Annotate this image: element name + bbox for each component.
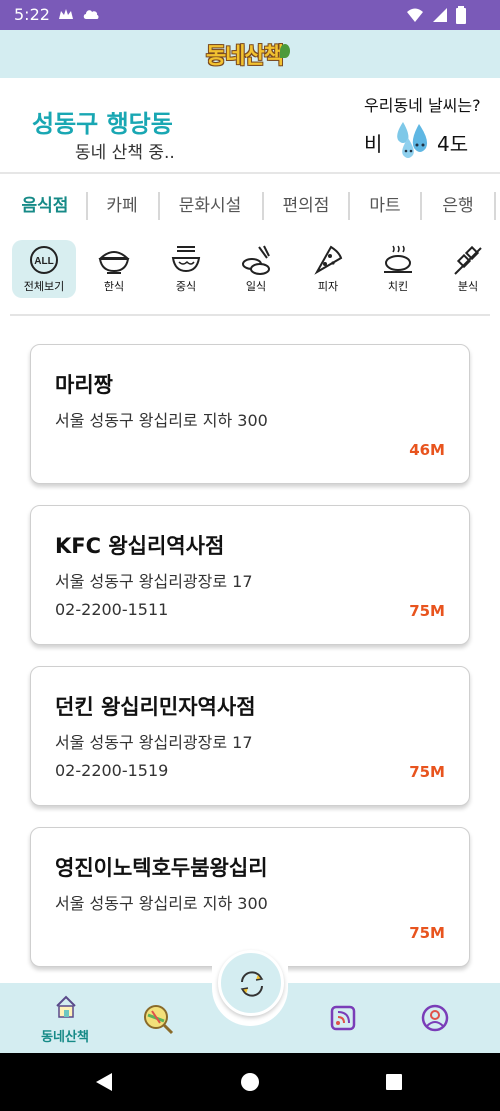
battery-icon bbox=[456, 6, 466, 24]
tab-divider bbox=[348, 192, 350, 220]
place-name: 마리짱 bbox=[55, 373, 113, 397]
profile-icon bbox=[421, 1004, 449, 1032]
place-name: 던킨 왕십리민자역사점 bbox=[55, 695, 256, 719]
leaf-icon bbox=[280, 44, 290, 58]
tab-mart[interactable]: 마트 bbox=[354, 186, 416, 226]
place-phone: 02-2200-1519 bbox=[55, 761, 169, 780]
place-card[interactable]: 던킨 왕십리민자역사점 서울 성동구 왕십리광장로 17 02-2200-151… bbox=[30, 666, 470, 806]
feed-icon bbox=[330, 1005, 356, 1031]
category-all[interactable]: ALL 전체보기 bbox=[12, 240, 76, 298]
category-tabs: 음식점 카페 문화시설 편의점 마트 은행 bbox=[0, 186, 500, 226]
place-distance: 46M bbox=[409, 441, 445, 459]
back-icon[interactable] bbox=[94, 1072, 114, 1092]
all-icon: ALL bbox=[30, 246, 58, 274]
location-panel: 성동구 행당동 동네 산책 중.. 우리동네 날씨는? 비 4도 bbox=[0, 78, 500, 174]
place-distance: 75M bbox=[409, 763, 445, 781]
wifi-icon bbox=[407, 8, 423, 22]
pizza-icon bbox=[314, 245, 343, 275]
section-divider bbox=[10, 314, 490, 316]
status-bar: 5:22 bbox=[0, 0, 500, 30]
category-label: 중식 bbox=[175, 280, 197, 293]
tab-divider bbox=[262, 192, 264, 220]
category-label: 한식 bbox=[103, 280, 125, 293]
category-japanese[interactable]: 일식 bbox=[224, 240, 288, 298]
category-label: 분식 bbox=[457, 280, 479, 293]
nav-home[interactable]: 동네산책 bbox=[28, 983, 102, 1053]
tab-cafe[interactable]: 카페 bbox=[92, 186, 152, 226]
cloud-icon bbox=[83, 10, 99, 19]
category-korean[interactable]: 한식 bbox=[82, 240, 146, 298]
noodle-bowl-icon bbox=[171, 246, 201, 273]
refresh-button[interactable] bbox=[218, 950, 284, 1016]
refresh-icon bbox=[240, 971, 264, 997]
place-phone: 02-2200-1511 bbox=[55, 600, 169, 619]
weather-type: 비 bbox=[364, 132, 383, 156]
place-distance: 75M bbox=[409, 602, 445, 620]
tab-convenience-store[interactable]: 편의점 bbox=[268, 186, 344, 226]
district-name: 성동구 행당동 bbox=[32, 110, 173, 138]
signal-icon bbox=[433, 8, 447, 22]
place-address: 서울 성동구 왕십리광장로 17 bbox=[55, 733, 253, 752]
category-label: 전체보기 bbox=[23, 280, 65, 293]
category-chicken[interactable]: 치킨 bbox=[366, 240, 430, 298]
place-address: 서울 성동구 왕십리광장로 17 bbox=[55, 572, 253, 591]
recents-icon[interactable] bbox=[385, 1073, 403, 1091]
place-distance: 75M bbox=[409, 924, 445, 942]
chicken-icon bbox=[384, 245, 412, 273]
place-card[interactable]: KFC 왕십리역사점 서울 성동구 왕십리광장로 17 02-2200-1511… bbox=[30, 505, 470, 645]
food-category-bar: ALL 전체보기 한식 중식 일식 피자 치킨 분식 bbox=[0, 236, 500, 302]
home-icon[interactable] bbox=[240, 1072, 260, 1092]
place-name: 영진이노텍호두붐왕십리 bbox=[55, 856, 268, 880]
rain-drop-icon bbox=[397, 122, 428, 158]
weather-question: 우리동네 날씨는? bbox=[364, 96, 481, 115]
category-pizza[interactable]: 피자 bbox=[296, 240, 360, 298]
tab-restaurant[interactable]: 음식점 bbox=[10, 186, 80, 226]
tab-culture[interactable]: 문화시설 bbox=[164, 186, 256, 226]
svg-text:ALL: ALL bbox=[34, 256, 53, 267]
walking-status: 동네 산책 중.. bbox=[75, 143, 175, 163]
status-time: 5:22 bbox=[14, 5, 50, 24]
category-label: 피자 bbox=[317, 280, 339, 293]
place-card[interactable]: 영진이노텍호두붐왕십리 서울 성동구 왕십리로 지하 300 75M bbox=[30, 827, 470, 967]
tab-divider bbox=[86, 192, 88, 220]
weather-temperature: 4도 bbox=[437, 132, 469, 156]
sushi-icon bbox=[242, 245, 270, 275]
category-label: 치킨 bbox=[387, 280, 409, 293]
system-nav-bar bbox=[0, 1053, 500, 1111]
app-logo: 동네산책 bbox=[206, 44, 284, 69]
map-search-icon bbox=[144, 1005, 174, 1035]
nav-feed[interactable] bbox=[326, 983, 362, 1053]
nav-map[interactable] bbox=[138, 983, 178, 1053]
category-chinese[interactable]: 중식 bbox=[154, 240, 218, 298]
tab-divider bbox=[494, 192, 496, 220]
tab-divider bbox=[158, 192, 160, 220]
nav-home-label: 동네산책 bbox=[41, 1030, 89, 1045]
nav-profile[interactable] bbox=[416, 983, 456, 1053]
category-snack[interactable]: 분식 bbox=[436, 240, 500, 298]
place-address: 서울 성동구 왕십리로 지하 300 bbox=[55, 411, 268, 430]
skewer-icon bbox=[454, 245, 482, 275]
house-icon bbox=[56, 995, 76, 1018]
place-address: 서울 성동구 왕십리로 지하 300 bbox=[55, 894, 268, 913]
place-name: KFC 왕십리역사점 bbox=[55, 534, 225, 558]
tab-bank[interactable]: 은행 bbox=[426, 186, 490, 226]
crown-icon bbox=[59, 9, 73, 19]
category-label: 일식 bbox=[245, 280, 267, 293]
tab-divider bbox=[420, 192, 422, 220]
rice-bowl-icon bbox=[98, 251, 130, 274]
place-card[interactable]: 마리짱 서울 성동구 왕십리로 지하 300 46M bbox=[30, 344, 470, 484]
app-header: 동네산책 bbox=[0, 30, 500, 78]
